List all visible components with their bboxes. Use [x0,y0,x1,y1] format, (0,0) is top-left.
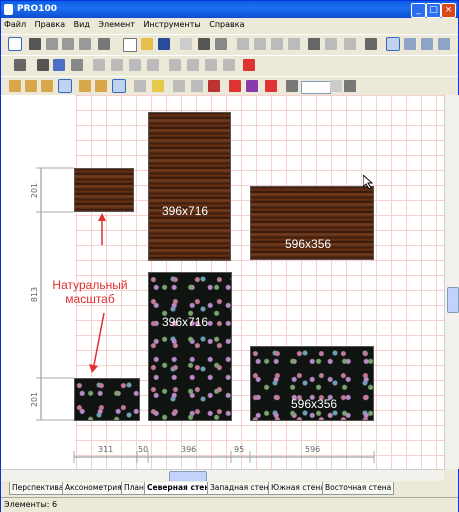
menu-help[interactable]: Справка [206,18,247,32]
zoom-select[interactable] [301,81,331,94]
vertical-scrollbar[interactable] [444,95,459,469]
minimize-button[interactable]: _ [411,3,426,18]
center-icon[interactable] [187,59,199,71]
rotate-icon[interactable] [53,59,65,71]
same-width-icon[interactable] [205,59,217,71]
menu-tools[interactable]: Инструменты [140,18,203,32]
view-2-icon[interactable] [404,38,416,50]
annotation-line-2: масштаб [65,292,115,306]
open-folder-icon[interactable] [141,38,153,50]
title-bar: PRO100 _ □ × [1,1,458,18]
sphere-icon[interactable] [246,80,258,92]
toolbar-main [1,34,458,56]
print-preview-icon[interactable] [180,38,192,50]
export-icon[interactable] [344,38,356,50]
measure-icon[interactable] [173,80,185,92]
solid-view-icon[interactable] [58,79,72,93]
annotation-line-1: Натуральный [52,278,128,292]
chevron-down-icon[interactable] [330,80,342,92]
align-left-icon[interactable] [93,59,105,71]
tab-south-wall[interactable]: Южная стена [268,482,328,495]
crosshair-icon[interactable] [265,80,277,92]
status-text: Элементы: 6 [4,500,58,509]
light-bulb-icon[interactable] [152,80,164,92]
new-file-icon[interactable] [123,38,137,52]
dimensions-icon[interactable] [191,80,203,92]
paste-icon[interactable] [288,38,300,50]
menu-file[interactable]: Файл [1,18,29,32]
view-3-icon[interactable] [421,38,433,50]
texture-view-icon[interactable] [112,79,126,93]
view-1-icon[interactable] [386,37,400,51]
view-tabs: Перспектива Аксонометрия План Северная с… [1,481,458,496]
undo-icon[interactable] [308,38,320,50]
app-window: PRO100 _ □ × Файл Правка Вид Элемент Инс… [0,0,459,512]
dim-h-2: 50 [138,445,149,454]
shelf-icon[interactable] [29,38,41,50]
tab-east-wall[interactable]: Восточная стена [322,482,395,495]
same-height-icon[interactable] [223,59,235,71]
labels-icon[interactable] [134,80,146,92]
menu-edit[interactable]: Правка [32,18,68,32]
zoom-search-icon[interactable] [98,38,110,50]
menu-bar: Файл Правка Вид Элемент Инструменты Спра… [1,18,458,32]
dim-h-5: 596 [305,445,321,454]
redo-icon[interactable] [325,38,337,50]
zoom-out-icon[interactable] [344,80,356,92]
cut-icon[interactable] [254,38,266,50]
properties-icon[interactable] [215,38,227,50]
dim-h-3: 396 [181,445,197,454]
scale-annotation: Натуральный масштаб [45,278,135,306]
menu-element[interactable]: Элемент [95,18,137,32]
copy-icon[interactable] [271,38,283,50]
magnet-icon[interactable] [229,80,241,92]
zoom-in-icon[interactable] [286,80,298,92]
tab-perspective[interactable]: Перспектива [9,482,67,495]
dim-h-1: 311 [98,445,114,454]
box-2-icon[interactable] [25,80,37,92]
distribute-icon[interactable] [169,59,181,71]
wire-view-icon[interactable] [79,80,91,92]
box-3-icon[interactable] [41,80,53,92]
target-icon[interactable] [243,59,255,71]
report-icon[interactable] [365,38,377,50]
delete-icon[interactable] [237,38,249,50]
align-right-icon[interactable] [111,59,123,71]
grid-icon[interactable] [208,80,220,92]
print-icon[interactable] [198,38,210,50]
tab-west-wall[interactable]: Западная стена [207,482,277,495]
mouse-cursor-icon [363,175,373,189]
align-top-icon[interactable] [129,59,141,71]
menu-view[interactable]: Вид [71,18,93,32]
insert-element-icon[interactable] [62,38,74,50]
wire-2-icon[interactable] [95,80,107,92]
status-bar: Элементы: 6 [1,497,458,512]
box-icon[interactable] [9,80,21,92]
tab-axonometry[interactable]: Аксонометрия [62,482,125,495]
dim-v-middle: 813 [30,286,40,303]
copy-element-icon[interactable] [46,38,58,50]
flip-icon[interactable] [71,59,83,71]
grid-snap-icon[interactable] [14,59,26,71]
design-canvas[interactable]: 396x716 596x356 396x716 596x356 Натураль… [1,95,444,469]
move-icon[interactable] [37,59,49,71]
app-icon [4,4,13,15]
group-icon[interactable] [79,38,91,50]
vertical-scroll-thumb[interactable] [447,287,459,313]
save-icon[interactable] [158,38,170,50]
view-4-icon[interactable] [438,38,450,50]
dim-v-bottom: 201 [30,391,40,408]
dim-h-4: 95 [234,445,245,454]
toolbar-align [1,55,458,77]
dim-v-top: 201 [30,182,40,199]
close-button[interactable]: × [441,3,456,18]
align-bottom-icon[interactable] [147,59,159,71]
window-title: PRO100 [17,4,57,14]
select-arrow-icon[interactable] [8,37,22,51]
maximize-button[interactable]: □ [426,3,441,18]
